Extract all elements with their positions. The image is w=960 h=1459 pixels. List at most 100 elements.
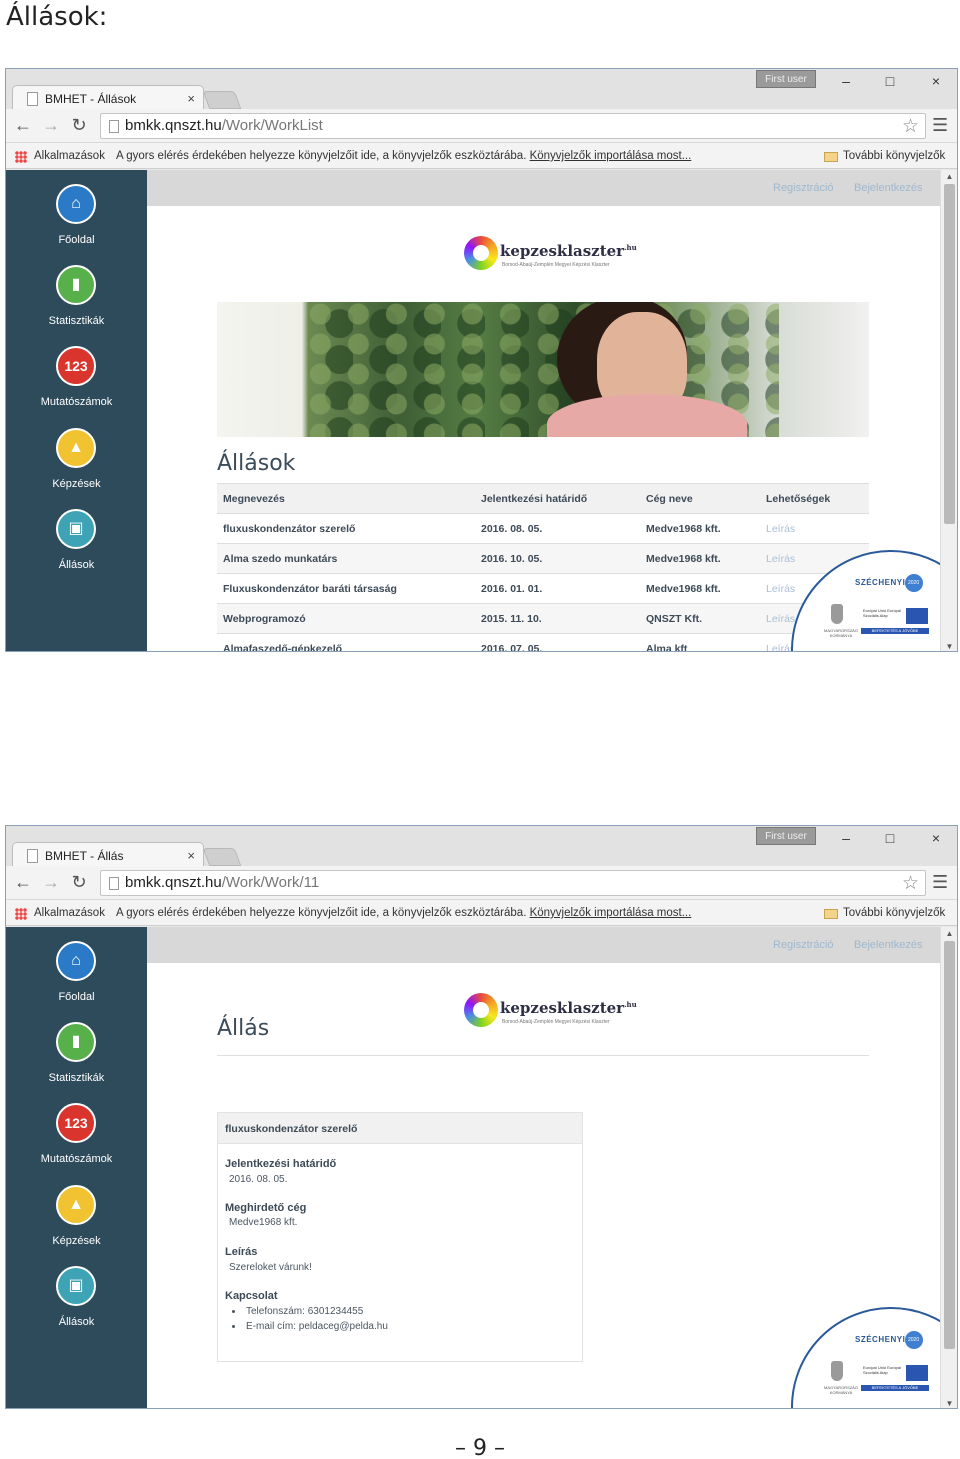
job-name-cell: fluxuskondenzátor szerelő xyxy=(217,513,475,544)
page-title: Állások xyxy=(217,451,296,476)
tab-title: BMHET - Állás xyxy=(45,849,124,863)
close-window-button[interactable]: × xyxy=(926,73,946,89)
url-text: bmkk.qnszt.hu/Work/Work/11 xyxy=(125,874,320,891)
divider xyxy=(217,1055,869,1056)
import-bookmarks-link[interactable]: Könyvjelzők importálása most... xyxy=(530,907,692,919)
site-top-bar: Regisztráció Bejelentkezés xyxy=(147,170,941,206)
szechenyi-text: SZÉCHENYI xyxy=(855,578,906,587)
description-link[interactable]: Leírás xyxy=(760,513,869,544)
scroll-thumb[interactable] xyxy=(944,184,955,524)
site-logo[interactable]: kepzesklaszter.hu Borsod-Abaúj-Zemplén M… xyxy=(464,234,637,274)
sidebar-item-home[interactable]: ⌂ Főoldal xyxy=(6,941,147,1021)
address-bar[interactable]: bmkk.qnszt.hu/Work/Work/11 ☆ xyxy=(100,870,926,896)
scroll-thumb[interactable] xyxy=(944,941,955,1349)
menu-icon[interactable]: ☰ xyxy=(932,872,948,893)
sidebar: ⌂ Főoldal ▮ Statisztikák 123 Mutatószámo… xyxy=(6,170,147,651)
job-name: fluxuskondenzátor szerelő xyxy=(218,1113,582,1144)
scroll-up-icon[interactable]: ▲ xyxy=(941,929,957,938)
folder-icon xyxy=(824,909,838,919)
column-header[interactable]: Megnevezés xyxy=(217,483,475,514)
logo-mark-icon xyxy=(464,993,498,1027)
new-tab-button[interactable] xyxy=(202,848,242,866)
briefcase-icon: ▣ xyxy=(56,1266,96,1306)
address-bar[interactable]: bmkk.qnszt.hu/Work/WorkList ☆ xyxy=(100,113,926,139)
sidebar-item-indicators[interactable]: 123 Mutatószámok xyxy=(6,346,147,426)
apps-grid-icon[interactable] xyxy=(15,908,27,920)
table-header-row: Megnevezés Jelentkezési határidő Cég nev… xyxy=(217,483,869,514)
other-bookmarks-link[interactable]: További könyvjelzők xyxy=(843,907,945,919)
scroll-up-icon[interactable]: ▲ xyxy=(941,172,957,181)
maximize-button[interactable]: □ xyxy=(880,830,900,846)
bookmark-star-icon[interactable]: ☆ xyxy=(902,115,919,138)
sidebar-item-trainings[interactable]: ▲ Képzések xyxy=(6,428,147,508)
sidebar-item-statistics[interactable]: ▮ Statisztikák xyxy=(6,1022,147,1102)
sidebar-item-jobs[interactable]: ▣ Állások xyxy=(6,1266,147,1346)
hungarian-crest-icon xyxy=(831,604,843,624)
apps-link[interactable]: Alkalmazások xyxy=(34,150,105,162)
eu-text: Európai Unió Európai Szociális Alap xyxy=(863,1365,902,1375)
apps-link[interactable]: Alkalmazások xyxy=(34,907,105,919)
bar-chart-icon: ▮ xyxy=(56,1022,96,1062)
maximize-button[interactable]: □ xyxy=(880,73,900,89)
table-row: fluxuskondenzátor szerelő 2016. 08. 05. … xyxy=(217,513,869,544)
eu-text: Európai Unió Európai Szociális Alap xyxy=(863,608,902,618)
sidebar-item-label: Állások xyxy=(58,559,95,571)
site-top-bar: Regisztráció Bejelentkezés xyxy=(147,927,941,963)
column-header[interactable]: Cég neve xyxy=(640,483,760,514)
scroll-down-icon[interactable]: ▼ xyxy=(941,642,957,651)
register-link[interactable]: Regisztráció xyxy=(773,182,834,194)
description-value: Szereloket várunk! xyxy=(229,1262,312,1273)
sidebar-item-indicators[interactable]: 123 Mutatószámok xyxy=(6,1103,147,1183)
company-cell: Medve1968 kft. xyxy=(640,573,760,604)
browser-tab[interactable]: BMHET - Állás × xyxy=(12,842,204,868)
bookmark-hint: A gyors elérés érdekében helyezze könyvj… xyxy=(116,150,692,162)
table-row: Webprogramozó 2015. 11. 10. QNSZT Kft. L… xyxy=(217,603,869,634)
sidebar-item-label: Mutatószámok xyxy=(40,396,113,408)
other-bookmarks-link[interactable]: További könyvjelzők xyxy=(843,150,945,162)
logo-mark-icon xyxy=(464,236,498,270)
site-logo[interactable]: kepzesklaszter.hu Borsod-Abaúj-Zemplén M… xyxy=(464,991,637,1031)
description-label: Leírás xyxy=(225,1246,258,1258)
new-tab-button[interactable] xyxy=(202,91,242,109)
sidebar-item-statistics[interactable]: ▮ Statisztikák xyxy=(6,265,147,345)
login-link[interactable]: Bejelentkezés xyxy=(854,939,923,951)
forward-arrow-icon[interactable]: → xyxy=(40,872,62,893)
profile-button[interactable]: First user xyxy=(756,827,816,845)
tab-close-icon[interactable]: × xyxy=(187,848,195,863)
menu-icon[interactable]: ☰ xyxy=(932,115,948,136)
sidebar-item-jobs[interactable]: ▣ Állások xyxy=(6,509,147,589)
reload-icon[interactable]: ↻ xyxy=(68,872,90,893)
reload-icon[interactable]: ↻ xyxy=(68,115,90,136)
numbers-icon: 123 xyxy=(56,1103,96,1143)
close-window-button[interactable]: × xyxy=(926,830,946,846)
minimize-button[interactable]: – xyxy=(836,73,856,89)
tab-close-icon[interactable]: × xyxy=(187,91,195,106)
column-header: Lehetőségek xyxy=(760,483,869,514)
vertical-scrollbar[interactable]: ▲ ▼ xyxy=(940,170,957,651)
sidebar-item-label: Főoldal xyxy=(58,234,95,246)
browser-window-job-list: First user – □ × BMHET - Állások × ← → ↻… xyxy=(5,68,958,652)
company-cell: Medve1968 kft. xyxy=(640,543,760,574)
hungarian-crest-icon xyxy=(831,1361,843,1381)
import-bookmarks-link[interactable]: Könyvjelzők importálása most... xyxy=(530,150,692,162)
minimize-button[interactable]: – xyxy=(836,830,856,846)
apps-grid-icon[interactable] xyxy=(15,151,27,163)
sidebar-item-home[interactable]: ⌂ Főoldal xyxy=(6,184,147,264)
deadline-cell: 2016. 07. 05. xyxy=(475,633,640,651)
bookmark-star-icon[interactable]: ☆ xyxy=(902,872,919,895)
hero-image xyxy=(217,302,869,437)
scroll-down-icon[interactable]: ▼ xyxy=(941,1399,957,1408)
register-link[interactable]: Regisztráció xyxy=(773,939,834,951)
company-cell: Alma kft xyxy=(640,633,760,651)
back-arrow-icon[interactable]: ← xyxy=(12,115,34,136)
vertical-scrollbar[interactable]: ▲ ▼ xyxy=(940,927,957,1408)
badge-arc xyxy=(791,1307,957,1408)
sidebar-item-trainings[interactable]: ▲ Képzések xyxy=(6,1185,147,1265)
browser-tab[interactable]: BMHET - Állások × xyxy=(12,85,204,111)
forward-arrow-icon[interactable]: → xyxy=(40,115,62,136)
login-link[interactable]: Bejelentkezés xyxy=(854,182,923,194)
profile-button[interactable]: First user xyxy=(756,70,816,88)
column-header[interactable]: Jelentkezési határidő xyxy=(475,483,640,514)
back-arrow-icon[interactable]: ← xyxy=(12,872,34,893)
browser-toolbar: ← → ↻ bmkk.qnszt.hu/Work/WorkList ☆ ☰ xyxy=(6,109,957,143)
